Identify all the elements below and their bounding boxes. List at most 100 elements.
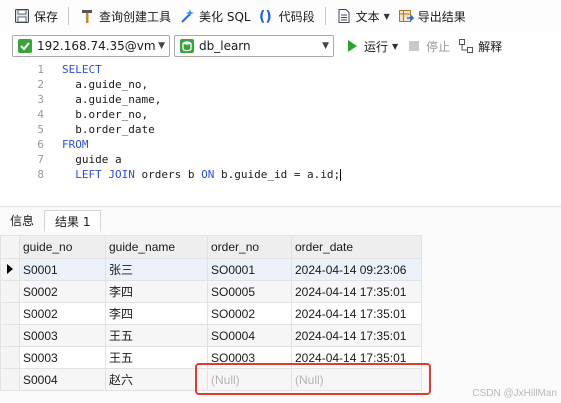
row-header[interactable] <box>0 258 20 281</box>
text-mode-button[interactable]: 文本 ▼ <box>332 4 394 28</box>
main-toolbar: 保存 查询创建工具 美化 SQL () 代码段 文本 ▼ 导出结果 <box>0 0 561 32</box>
stop-button[interactable]: 停止 <box>402 34 454 58</box>
line-number: 4 <box>37 108 44 121</box>
table-row[interactable]: S0003 王五 SO0004 2024-04-14 17:35:01 <box>0 324 422 347</box>
table-cell[interactable]: 李四 <box>105 302 208 325</box>
sql-keyword: SELECT <box>62 63 102 76</box>
table-row[interactable]: S0001 张三 SO0001 2024-04-14 09:23:06 <box>0 258 422 281</box>
chevron-down-icon: ▼ <box>383 11 390 21</box>
save-icon <box>14 8 30 24</box>
column-header-guide-name[interactable]: guide_name <box>105 235 208 259</box>
table-cell[interactable]: 2024-04-14 17:35:01 <box>291 302 422 325</box>
save-button[interactable]: 保存 <box>10 4 62 28</box>
code-line: guide a <box>62 152 341 167</box>
explain-icon <box>458 38 474 54</box>
explain-label: 解释 <box>478 39 503 54</box>
tab-info[interactable]: 信息 <box>0 210 44 232</box>
row-header[interactable] <box>0 324 20 347</box>
query-builder-button[interactable]: 查询创建工具 <box>75 4 175 28</box>
table-row[interactable]: S0002 李四 SO0005 2024-04-14 17:35:01 <box>0 280 422 303</box>
chevron-down-icon: ▼ <box>322 41 329 51</box>
line-number: 2 <box>37 78 44 91</box>
code-line: SELECT <box>62 62 341 77</box>
sql-text: a.guide_name, <box>62 93 162 106</box>
sql-code[interactable]: SELECT a.guide_no, a.guide_name, b.order… <box>62 62 342 182</box>
beautify-sql-label: 美化 SQL <box>199 9 251 24</box>
connection-icon <box>17 38 33 54</box>
table-cell[interactable]: 王五 <box>105 324 208 347</box>
table-cell[interactable]: 2024-04-14 17:35:01 <box>291 324 422 347</box>
row-header[interactable] <box>0 368 20 391</box>
sql-keyword: ON <box>201 168 215 181</box>
row-header[interactable] <box>0 302 20 325</box>
export-results-label: 导出结果 <box>417 9 466 24</box>
explain-button[interactable]: 解释 <box>454 34 506 58</box>
table-cell[interactable]: SO0005 <box>207 280 292 303</box>
table-cell[interactable]: S0004 <box>19 368 106 391</box>
toolbar-divider <box>68 7 70 25</box>
stop-label: 停止 <box>426 39 451 54</box>
magic-wand-icon <box>179 8 195 24</box>
text-cursor <box>340 169 342 181</box>
save-label: 保存 <box>34 9 59 24</box>
line-number: 7 <box>37 153 44 166</box>
run-label: 运行 <box>364 39 389 54</box>
svg-text:(): () <box>259 9 272 24</box>
chevron-down-icon: ▼ <box>392 41 399 51</box>
chevron-down-icon: ▼ <box>158 41 165 51</box>
sql-editor[interactable]: 1 2 3 4 5 6 7 8 SELECT a.guide_no, a.guide_name… <box>0 60 561 206</box>
sql-text: b.order_no, <box>62 108 149 121</box>
export-icon <box>398 8 414 24</box>
table-cell[interactable]: 李四 <box>105 280 208 303</box>
code-line: a.guide_no, <box>62 77 341 92</box>
line-number: 1 <box>37 63 44 76</box>
line-number-gutter: 1 2 3 4 5 6 7 8 <box>0 62 44 182</box>
table-row[interactable]: S0002 李四 SO0002 2024-04-14 17:35:01 <box>0 302 422 325</box>
export-results-button[interactable]: 导出结果 <box>394 4 470 28</box>
row-header[interactable] <box>0 346 20 369</box>
table-cell[interactable]: SO0001 <box>207 258 292 281</box>
code-line: b.order_no, <box>62 107 341 122</box>
table-cell[interactable]: S0001 <box>19 258 106 281</box>
code-snippet-button[interactable]: () 代码段 <box>255 4 319 28</box>
table-cell[interactable]: S0003 <box>19 346 106 369</box>
table-cell[interactable]: SO0004 <box>207 324 292 347</box>
column-header-order-no[interactable]: order_no <box>207 235 292 259</box>
tab-result-1[interactable]: 结果 1 <box>44 210 102 232</box>
table-cell[interactable]: S0003 <box>19 324 106 347</box>
beautify-sql-button[interactable]: 美化 SQL <box>175 4 255 28</box>
null-values-highlight <box>195 363 431 395</box>
result-tabs: 信息 结果 1 <box>0 208 102 232</box>
connection-select[interactable]: 192.168.74.35@vm_r ▼ <box>12 35 170 57</box>
table-cell[interactable]: 张三 <box>105 258 208 281</box>
code-line: FROM <box>62 137 341 152</box>
stop-icon <box>406 38 422 54</box>
document-icon <box>336 8 352 24</box>
table-cell[interactable]: 2024-04-14 09:23:06 <box>291 258 422 281</box>
table-cell[interactable]: S0002 <box>19 302 106 325</box>
line-number: 6 <box>37 138 44 151</box>
table-cell[interactable]: SO0002 <box>207 302 292 325</box>
connection-value: 192.168.74.35@vm_r <box>37 39 156 53</box>
code-line: LEFT JOIN orders b ON b.guide_id = a.id; <box>62 167 342 182</box>
line-number: 8 <box>37 168 44 181</box>
row-header[interactable] <box>0 280 20 303</box>
table-cell[interactable]: 2024-04-14 17:35:01 <box>291 280 422 303</box>
play-icon <box>344 38 360 54</box>
column-header-guide-no[interactable]: guide_no <box>19 235 106 259</box>
table-cell[interactable]: 赵六 <box>105 368 208 391</box>
database-select[interactable]: db_learn ▼ <box>174 35 334 57</box>
sql-keyword: FROM <box>62 138 89 151</box>
column-header-order-date[interactable]: order_date <box>291 235 422 259</box>
code-line: a.guide_name, <box>62 92 341 107</box>
database-value: db_learn <box>199 39 251 53</box>
row-header-corner <box>0 235 20 259</box>
text-mode-label: 文本 <box>355 9 380 24</box>
line-number: 3 <box>37 93 44 106</box>
run-button[interactable]: 运行 ▼ <box>340 34 402 58</box>
table-cell[interactable]: S0002 <box>19 280 106 303</box>
table-cell[interactable]: 王五 <box>105 346 208 369</box>
toolbar-divider <box>324 7 326 25</box>
watermark: CSDN @JxHillMan <box>472 388 557 399</box>
